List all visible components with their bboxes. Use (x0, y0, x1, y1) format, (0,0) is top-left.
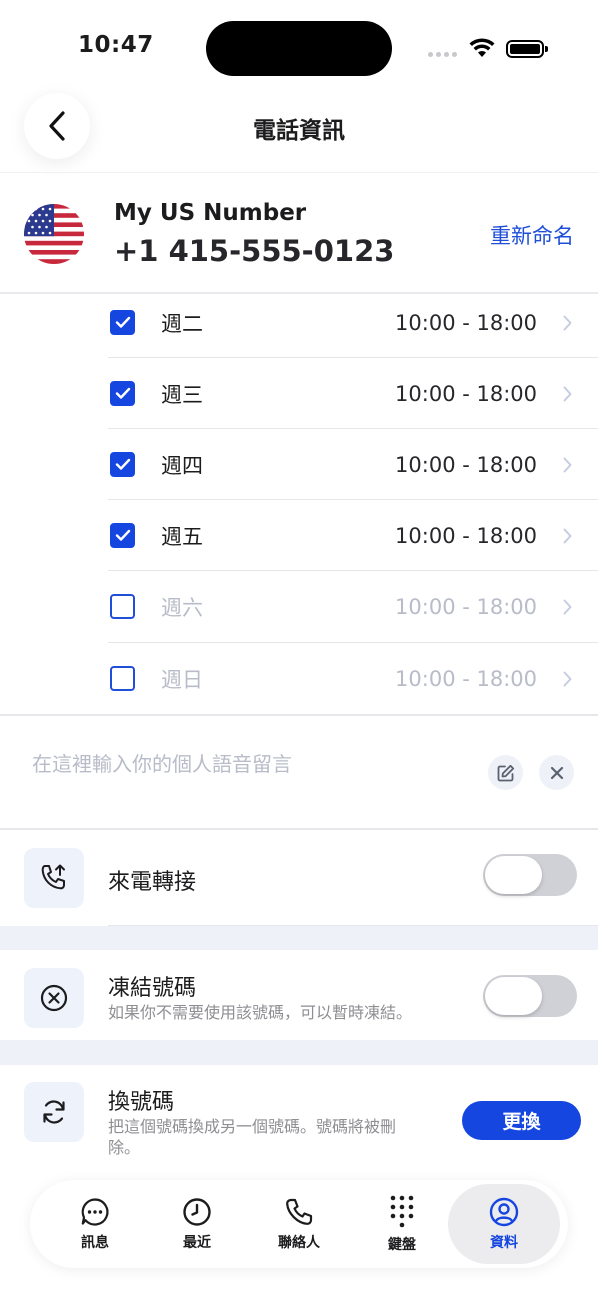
tab-keypad[interactable]: 鍵盤 (350, 1180, 454, 1268)
schedule-row-sun[interactable]: 週日 10:00 - 18:00 (108, 643, 598, 714)
check-icon (115, 387, 130, 399)
divider (0, 172, 598, 173)
schedule-row-thu[interactable]: 週四 10:00 - 18:00 (108, 429, 598, 500)
checkbox[interactable] (110, 310, 135, 335)
day-label: 週六 (161, 595, 203, 620)
tab-bar: 訊息 最近 聯絡人 鍵盤 資料 (30, 1180, 568, 1268)
chevron-right-icon (563, 528, 572, 544)
time-range: 10:00 - 18:00 (395, 452, 537, 477)
freeze-description: 如果你不需要使用該號碼，可以暫時凍結。 (108, 1003, 413, 1022)
freeze-label: 凍結號碼 (108, 976, 197, 1001)
change-number-button[interactable]: 更換 (462, 1101, 581, 1140)
check-icon (115, 529, 130, 541)
swap-icon (24, 1082, 84, 1142)
schedule-row-fri[interactable]: 週五 10:00 - 18:00 (108, 500, 598, 571)
freeze-icon (24, 968, 84, 1028)
status-time: 10:47 (78, 32, 154, 58)
close-icon (550, 766, 563, 779)
phone-number: +1 415-555-0123 (114, 234, 395, 268)
chevron-right-icon (563, 599, 572, 615)
tab-contacts[interactable]: 聯絡人 (247, 1180, 351, 1268)
time-range: 10:00 - 18:00 (395, 594, 537, 619)
schedule-row-wed[interactable]: 週三 10:00 - 18:00 (108, 358, 598, 429)
chevron-right-icon (563, 386, 572, 402)
checkbox[interactable] (110, 381, 135, 406)
change-number-label: 換號碼 (108, 1090, 175, 1115)
call-forward-toggle[interactable] (483, 854, 577, 896)
message-icon (81, 1198, 109, 1226)
clear-button[interactable] (539, 755, 574, 790)
day-label: 週二 (161, 311, 203, 336)
checkbox[interactable] (110, 666, 135, 691)
signal-icon (428, 52, 457, 57)
profile-icon (489, 1197, 519, 1227)
tab-recents[interactable]: 最近 (145, 1180, 249, 1268)
chevron-right-icon (563, 671, 572, 687)
day-label: 週日 (161, 667, 203, 692)
checkbox[interactable] (110, 523, 135, 548)
tab-messages[interactable]: 訊息 (43, 1180, 147, 1268)
divider (0, 828, 598, 830)
rename-button[interactable]: 重新命名 (490, 220, 574, 250)
edit-button[interactable] (488, 755, 523, 790)
edit-icon (497, 764, 514, 781)
tab-label: 聯絡人 (278, 1235, 320, 1251)
dynamic-island (206, 21, 392, 76)
time-range: 10:00 - 18:00 (395, 381, 537, 406)
call-forward-label: 來電轉接 (108, 870, 197, 895)
checkbox[interactable] (110, 452, 135, 477)
tab-profile[interactable]: 資料 (448, 1184, 560, 1264)
day-label: 週五 (161, 524, 203, 549)
change-number-description: 把這個號碼換成另一個號碼。號碼將被刪除。 (108, 1117, 397, 1157)
divider (0, 714, 598, 716)
keypad-icon (390, 1195, 414, 1228)
schedule-row-sat[interactable]: 週六 10:00 - 18:00 (108, 571, 598, 642)
day-label: 週三 (161, 382, 203, 407)
chevron-right-icon (563, 457, 572, 473)
tab-label: 鍵盤 (388, 1237, 416, 1253)
freeze-toggle[interactable] (483, 975, 577, 1017)
wifi-icon (469, 38, 495, 57)
number-name: My US Number (114, 200, 307, 226)
voicemail-input[interactable]: 在這裡輸入你的個人語音留言 (32, 748, 292, 777)
check-icon (115, 458, 130, 470)
day-label: 週四 (161, 453, 203, 478)
section-gap (0, 926, 598, 950)
chevron-right-icon (563, 315, 572, 331)
tab-label: 訊息 (81, 1235, 109, 1251)
time-range: 10:00 - 18:00 (395, 310, 537, 335)
battery-icon (506, 40, 548, 58)
clock-icon (183, 1198, 211, 1226)
checkbox[interactable] (110, 594, 135, 619)
call-forward-icon (24, 848, 84, 908)
time-range: 10:00 - 18:00 (395, 666, 537, 691)
page-title: 電話資訊 (253, 118, 345, 144)
toggle-knob (485, 977, 542, 1015)
phone-icon (286, 1198, 313, 1225)
tab-label: 資料 (490, 1235, 518, 1251)
tab-label: 最近 (183, 1235, 211, 1251)
check-icon (115, 316, 130, 328)
time-range: 10:00 - 18:00 (395, 523, 537, 548)
us-flag-icon (24, 204, 84, 264)
toggle-knob (485, 856, 542, 894)
schedule-row-tue[interactable]: 週二 10:00 - 18:00 (108, 287, 598, 358)
section-gap (0, 1040, 598, 1065)
